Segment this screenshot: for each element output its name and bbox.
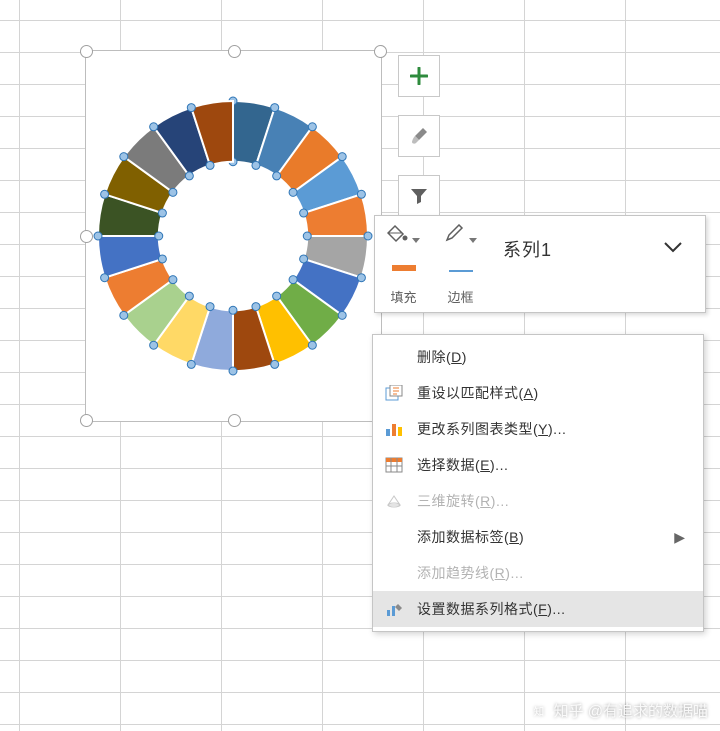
series-point-handle[interactable] — [101, 190, 109, 198]
series-point-handle[interactable] — [300, 209, 308, 217]
menu-item-3[interactable]: 选择数据(E)... — [373, 447, 703, 483]
menu-item-2[interactable]: 更改系列图表类型(Y)... — [373, 411, 703, 447]
series-point-handle[interactable] — [120, 153, 128, 161]
menu-item-label: 添加数据标签(B) — [417, 527, 662, 547]
series-point-handle[interactable] — [158, 255, 166, 263]
series-selector[interactable]: 系列1 — [489, 224, 697, 270]
series-point-handle[interactable] — [185, 172, 193, 180]
series-point-handle[interactable] — [357, 190, 365, 198]
series-point-handle[interactable] — [94, 232, 102, 240]
series-point-handle[interactable] — [289, 188, 297, 196]
series-point-handle[interactable] — [252, 161, 260, 169]
chart-filters-button[interactable] — [398, 175, 440, 217]
selectdata-icon — [383, 455, 405, 475]
paint-bucket-icon — [387, 224, 409, 244]
series-point-handle[interactable] — [273, 292, 281, 300]
pen-icon — [444, 224, 466, 244]
fill-color-swatch — [392, 265, 416, 271]
chevron-down-icon — [469, 238, 477, 244]
menu-item-label: 添加趋势线(R)... — [417, 563, 685, 583]
menu-item-label: 选择数据(E)... — [417, 455, 685, 475]
series-point-handle[interactable] — [338, 311, 346, 319]
series-selector-value: 系列1 — [503, 232, 663, 262]
rotate3d-icon — [383, 491, 405, 511]
doughnut-chart-object[interactable] — [85, 50, 382, 422]
series-point-handle[interactable] — [229, 367, 237, 375]
chevron-down-icon — [412, 238, 420, 244]
menu-item-1[interactable]: 重设以匹配样式(A) — [373, 375, 703, 411]
series-point-handle[interactable] — [169, 276, 177, 284]
resize-handle-sw[interactable] — [80, 414, 93, 427]
menu-item-6: 添加趋势线(R)... — [373, 555, 703, 591]
series-point-handle[interactable] — [187, 360, 195, 368]
menu-item-label: 三维旋转(R)... — [417, 491, 685, 511]
paintbrush-icon — [409, 126, 429, 146]
menu-item-label: 设置数据系列格式(F)... — [417, 599, 685, 619]
watermark: 知 知乎 @有追求的数据喵 — [530, 700, 708, 721]
svg-text:知: 知 — [533, 704, 544, 717]
formatseries-icon — [383, 599, 405, 619]
funnel-icon — [410, 187, 428, 205]
menu-item-label: 删除(D) — [417, 347, 685, 367]
doughnut-chart[interactable] — [86, 51, 381, 421]
outline-label: 边框 — [447, 287, 473, 306]
fill-dropdown[interactable]: 填充 — [375, 216, 432, 312]
outline-color-swatch — [449, 264, 473, 272]
series-point-handle[interactable] — [271, 104, 279, 112]
series-point-handle[interactable] — [150, 123, 158, 131]
menu-item-5[interactable]: 添加数据标签(B) ▶ — [373, 519, 703, 555]
resize-handle-nw[interactable] — [80, 45, 93, 58]
series-point-handle[interactable] — [338, 153, 346, 161]
plus-icon — [410, 67, 428, 85]
blank-icon — [383, 527, 405, 547]
series-point-handle[interactable] — [150, 341, 158, 349]
resize-handle-w[interactable] — [80, 230, 93, 243]
chevron-down-icon — [663, 241, 683, 253]
fill-label: 填充 — [390, 287, 416, 306]
resize-handle-ne[interactable] — [374, 45, 387, 58]
series-point-handle[interactable] — [357, 274, 365, 282]
series-point-handle[interactable] — [120, 311, 128, 319]
series-point-handle[interactable] — [206, 303, 214, 311]
series-point-handle[interactable] — [308, 123, 316, 131]
blank-icon — [383, 347, 405, 367]
series-point-handle[interactable] — [185, 292, 193, 300]
resize-handle-s[interactable] — [228, 414, 241, 427]
menu-item-0[interactable]: 删除(D) — [373, 339, 703, 375]
series-point-handle[interactable] — [101, 274, 109, 282]
series-point-handle[interactable] — [289, 276, 297, 284]
context-menu: 删除(D) 重设以匹配样式(A) 更改系列图表类型(Y)... 选择数据(E)... 三… — [372, 334, 704, 632]
series-point-handle[interactable] — [252, 303, 260, 311]
mini-toolbar: 填充 边框 系列1 — [374, 215, 706, 313]
submenu-arrow-icon: ▶ — [674, 529, 685, 546]
chart-styles-button[interactable] — [398, 115, 440, 157]
blank-icon — [383, 563, 405, 583]
series-point-handle[interactable] — [300, 255, 308, 263]
outline-dropdown[interactable]: 边框 — [432, 216, 489, 312]
chart-elements-button[interactable] — [398, 55, 440, 97]
series-point-handle[interactable] — [308, 341, 316, 349]
series-point-handle[interactable] — [206, 161, 214, 169]
menu-item-label: 更改系列图表类型(Y)... — [417, 419, 685, 439]
series-point-handle[interactable] — [158, 209, 166, 217]
series-point-handle[interactable] — [155, 232, 163, 240]
series-point-handle[interactable] — [364, 232, 372, 240]
charttype-icon — [383, 419, 405, 439]
series-point-handle[interactable] — [271, 360, 279, 368]
menu-item-4: 三维旋转(R)... — [373, 483, 703, 519]
series-point-handle[interactable] — [273, 172, 281, 180]
reset-icon — [383, 383, 405, 403]
menu-item-label: 重设以匹配样式(A) — [417, 383, 685, 403]
menu-item-7[interactable]: 设置数据系列格式(F)... — [373, 591, 703, 627]
zhihu-icon: 知 — [530, 702, 548, 720]
resize-handle-n[interactable] — [228, 45, 241, 58]
series-point-handle[interactable] — [303, 232, 311, 240]
series-point-handle[interactable] — [187, 104, 195, 112]
series-point-handle[interactable] — [169, 188, 177, 196]
series-point-handle[interactable] — [229, 306, 237, 314]
